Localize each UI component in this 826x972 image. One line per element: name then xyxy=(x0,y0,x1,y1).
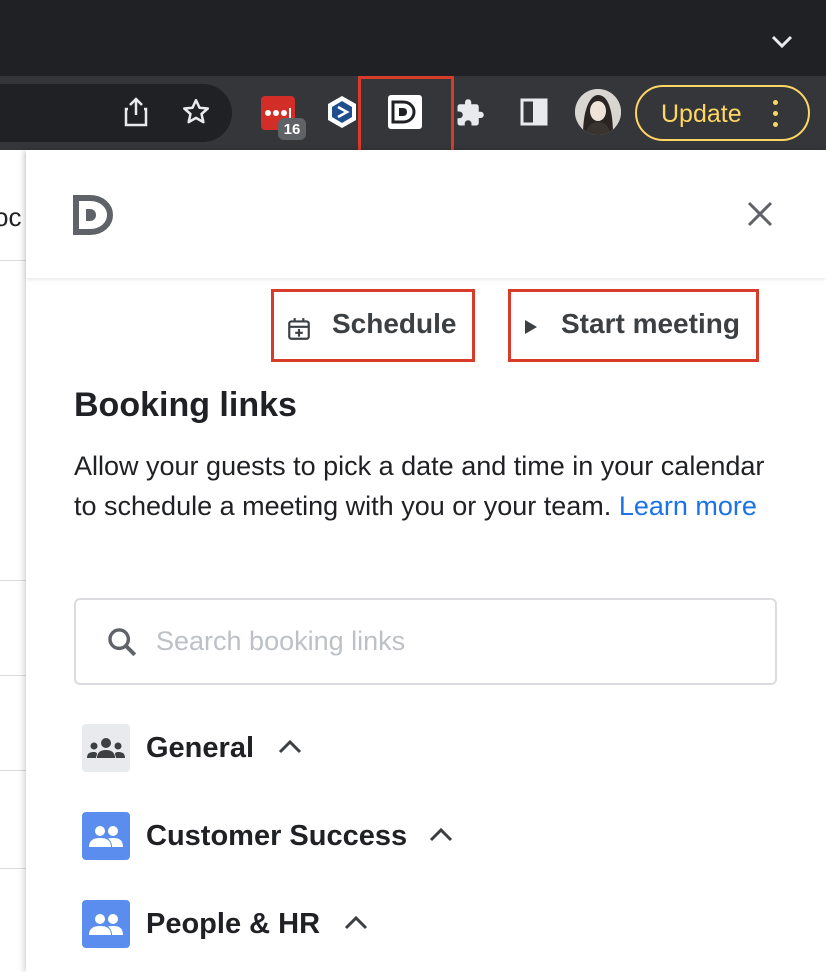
browser-titlebar xyxy=(0,0,826,76)
update-label: Update xyxy=(661,100,742,128)
puzzle-icon[interactable] xyxy=(452,95,488,131)
search-icon xyxy=(104,624,140,660)
dotdash-icon[interactable] xyxy=(325,95,359,129)
booking-links-description: Allow your guests to pick a date and tim… xyxy=(74,451,765,521)
groups-icon xyxy=(82,724,130,772)
star-icon[interactable] xyxy=(178,94,214,130)
update-button[interactable]: Update xyxy=(635,85,810,141)
highlight-extension-icon xyxy=(358,76,454,155)
group-label: General xyxy=(146,732,254,764)
logo-icon xyxy=(72,194,114,236)
group-label: People & HR xyxy=(146,908,321,940)
chevron-up-icon[interactable] xyxy=(344,914,368,935)
background-page xyxy=(0,150,26,972)
popup-header xyxy=(26,150,826,278)
extension-badge-count: 16 xyxy=(278,118,306,140)
group-label: Customer Success xyxy=(146,820,408,852)
chevron-down-icon[interactable] xyxy=(768,28,796,56)
people-icon xyxy=(82,900,130,948)
highlight-schedule xyxy=(271,289,475,362)
search-input[interactable]: Search booking links xyxy=(74,598,777,685)
address-bar[interactable] xyxy=(0,84,232,142)
close-icon[interactable] xyxy=(744,198,776,230)
menu-dots-icon[interactable] xyxy=(773,100,779,128)
people-icon xyxy=(82,812,130,860)
highlight-start-meeting xyxy=(508,289,759,362)
background-partial-text: oc xyxy=(0,202,22,232)
chevron-up-icon[interactable] xyxy=(429,826,453,847)
sidepanel-icon[interactable] xyxy=(518,96,550,128)
search-placeholder: Search booking links xyxy=(156,626,406,656)
chevron-up-icon[interactable] xyxy=(278,738,302,759)
share-icon[interactable] xyxy=(118,94,154,130)
extension-popup: Schedule Start meeting Booking links All… xyxy=(26,150,826,972)
learn-more-link[interactable]: Learn more xyxy=(619,491,757,521)
avatar[interactable] xyxy=(575,89,621,135)
booking-links-heading: Booking links xyxy=(74,386,297,424)
